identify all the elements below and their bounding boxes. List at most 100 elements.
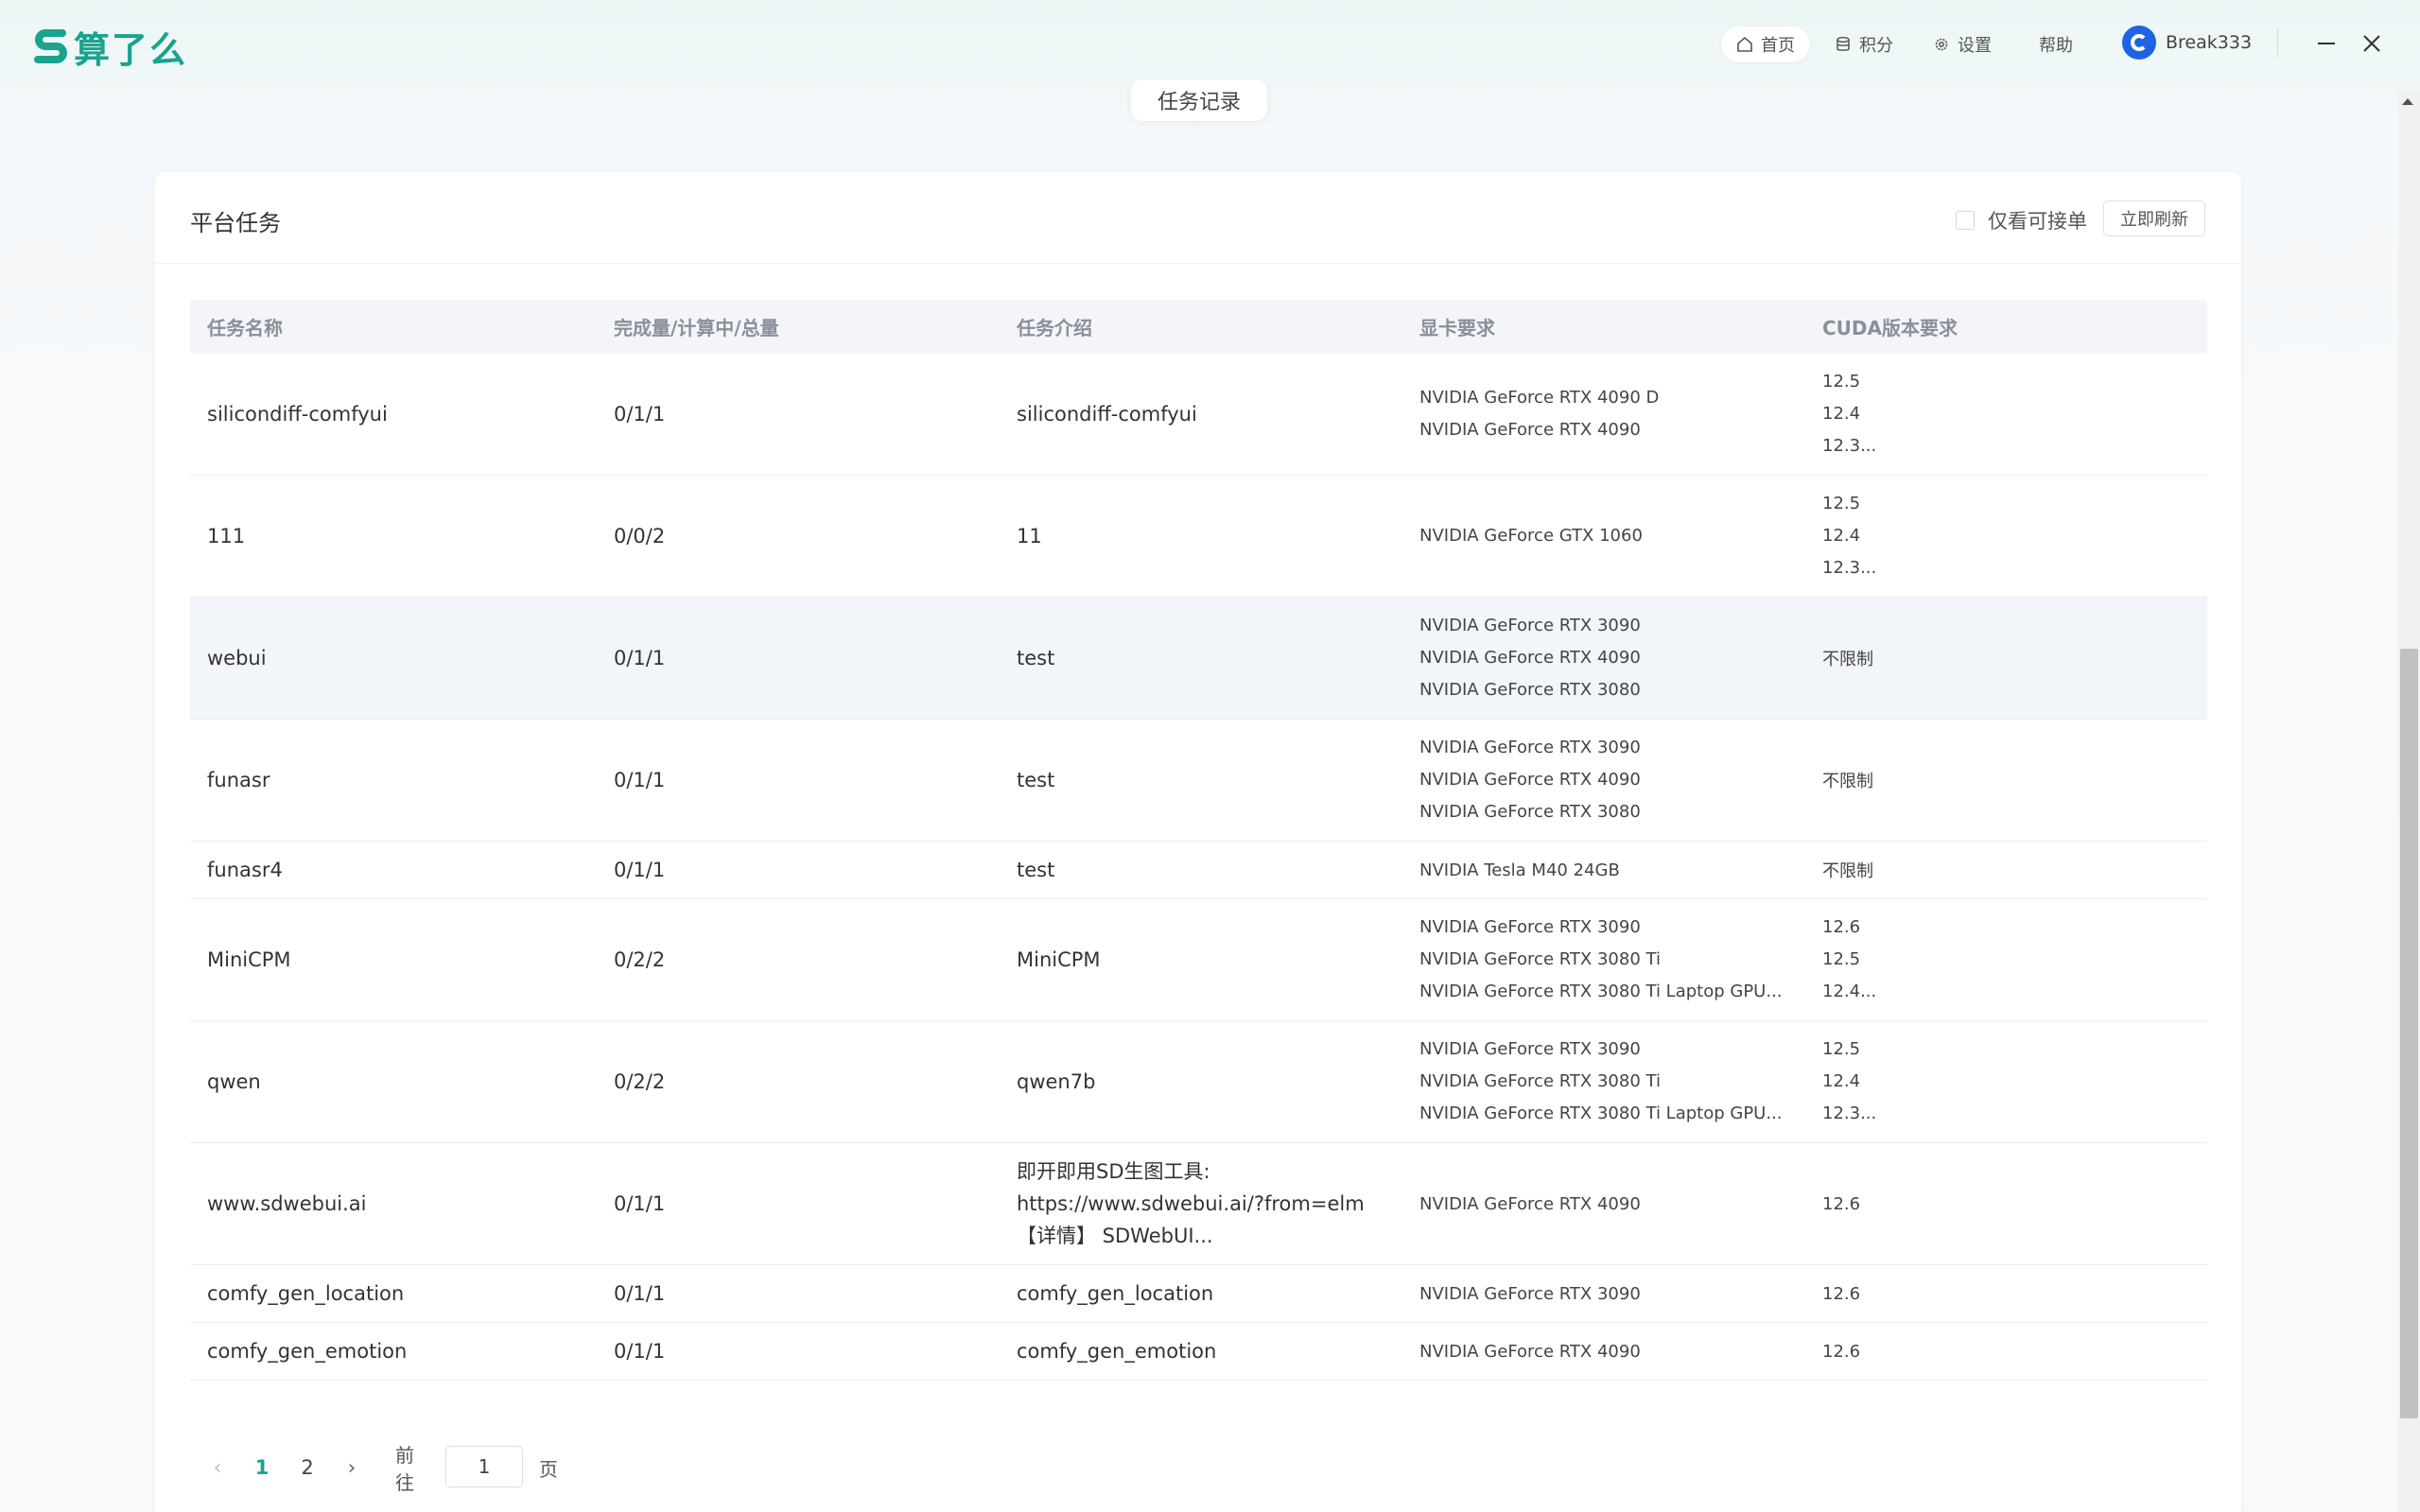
task-progress: 0/2/2 [614,1070,666,1093]
close-icon[interactable] [2357,28,2387,59]
refresh-button[interactable]: 立即刷新 [2103,200,2205,236]
gpu-item: NVIDIA GeForce RTX 3080 Ti [1419,1071,1661,1091]
goto-page-input[interactable] [445,1446,523,1487]
gpu-item: NVIDIA GeForce RTX 3080 Ti [1419,949,1661,969]
only-accept-checkbox[interactable]: 仅看可接单 [1956,206,2087,235]
gpu-item: NVIDIA GeForce RTX 3080 [1419,802,1641,822]
table-row[interactable]: funasr 0/1/1 test NVIDIA GeForce RTX 309… [190,720,2207,842]
cuda-item: 12.3... [1822,1104,1877,1123]
tasks-table: 任务名称 完成量/计算中/总量 任务介绍 显卡要求 CUDA版本要求 silic… [190,300,2207,1381]
task-name: silicondiff-comfyui [207,403,388,426]
header-cuda[interactable]: CUDA版本要求 [1822,300,1958,354]
task-progress: 0/1/1 [614,1192,666,1215]
goto-suffix: 页 [539,1457,558,1481]
table-row[interactable]: MiniCPM 0/2/2 MiniCPM NVIDIA GeForce RTX… [190,899,2207,1021]
task-name: comfy_gen_location [207,1282,405,1305]
app-logo[interactable]: 算了么 [32,21,187,73]
table-row[interactable]: webui 0/1/1 test NVIDIA GeForce RTX 3090… [190,598,2207,720]
task-progress: 0/1/1 [614,1282,666,1305]
home-icon [1737,36,1752,52]
task-progress: 0/1/1 [614,1340,666,1363]
task-intro: test [1017,859,1055,881]
divider [2277,28,2278,59]
task-intro: silicondiff-comfyui [1017,403,1197,426]
goto-prefix: 前往 [395,1444,414,1494]
gpu-item: NVIDIA GeForce GTX 1060 [1419,526,1643,546]
cuda-item: 12.5 [1822,494,1861,513]
nav-home[interactable]: 首页 [1721,26,1810,62]
cuda-item: 12.6 [1822,917,1861,937]
gpu-item: NVIDIA GeForce RTX 4090 [1419,1193,1641,1214]
nav-points[interactable]: 积分 [1835,26,1893,62]
next-page-icon[interactable]: › [340,1446,363,1489]
nav-settings-label: 设置 [1958,36,1992,56]
table-row[interactable]: funasr4 0/1/1 test NVIDIA Tesla M40 24GB… [190,842,2207,899]
task-record-tab[interactable]: 任务记录 [1131,79,1267,121]
gpu-item: NVIDIA GeForce RTX 3090 [1419,616,1641,635]
gpu-item: NVIDIA GeForce RTX 3090 [1419,1283,1641,1304]
task-intro: comfy_gen_location [1017,1282,1214,1305]
page-2[interactable]: 2 [293,1446,322,1489]
gpu-item: NVIDIA GeForce RTX 3090 [1419,917,1641,937]
table-row[interactable]: 111 0/0/2 11 NVIDIA GeForce GTX 1060 12.… [190,476,2207,598]
task-progress: 0/2/2 [614,948,666,971]
scrollbar-thumb[interactable] [2400,649,2418,1418]
scroll-up-icon[interactable] [2402,98,2413,105]
header-gpu[interactable]: 显卡要求 [1419,300,1495,354]
task-name: funasr4 [207,859,283,881]
task-progress: 0/1/1 [614,769,666,791]
task-intro: 11 [1017,525,1042,547]
cuda-item: 12.4 [1822,526,1861,546]
minimize-icon[interactable] [2311,28,2342,59]
task-progress: 0/1/1 [614,647,666,669]
cuda-item: 12.6 [1822,1341,1861,1362]
cuda-item: 不限制 [1822,650,1873,669]
gpu-item: NVIDIA GeForce RTX 3090 [1419,1039,1641,1059]
cuda-item: 不限制 [1822,861,1873,881]
avatar [2122,26,2156,60]
nav-help-label: 帮助 [2039,36,2073,56]
nav-home-label: 首页 [1761,36,1795,56]
card-title: 平台任务 [190,210,281,236]
gpu-item: NVIDIA GeForce RTX 4090 [1419,770,1641,790]
task-intro-line: 即开即用SD生图工具: [1017,1160,1210,1183]
task-intro: test [1017,647,1055,669]
cuda-item: 12.6 [1822,1193,1861,1214]
cuda-item: 12.5 [1822,949,1861,969]
header-task-name[interactable]: 任务名称 [207,300,283,354]
table-row[interactable]: silicondiff-comfyui 0/1/1 silicondiff-co… [190,354,2207,476]
task-progress: 0/0/2 [614,525,666,547]
task-name: www.sdwebui.ai [207,1192,367,1215]
task-intro-link[interactable]: https://www.sdwebui.ai/?from=elm [1017,1188,1365,1220]
gpu-item: NVIDIA GeForce RTX 3080 Ti Laptop GPU... [1419,982,1783,1001]
table-row[interactable]: comfy_gen_location 0/1/1 comfy_gen_locat… [190,1265,2207,1323]
table-row[interactable]: qwen 0/2/2 qwen7b NVIDIA GeForce RTX 309… [190,1021,2207,1143]
gpu-item: NVIDIA GeForce RTX 4090 [1419,648,1641,668]
task-name: 111 [207,525,246,547]
user-name: Break333 [2166,32,2253,53]
task-name: webui [207,647,267,669]
cuda-item: 12.4 [1822,404,1861,424]
checkbox-box[interactable] [1956,211,1975,230]
cuda-item: 12.4 [1822,1071,1861,1091]
table-header: 任务名称 完成量/计算中/总量 任务介绍 显卡要求 CUDA版本要求 [190,300,2207,354]
user-menu[interactable]: Break333 [2122,26,2252,60]
cuda-item: 12.5 [1822,1039,1861,1059]
logo-text: 算了么 [74,29,188,71]
table-row[interactable]: comfy_gen_emotion 0/1/1 comfy_gen_emotio… [190,1323,2207,1381]
cuda-item: 12.3... [1822,558,1877,578]
logo-s-icon [34,28,67,63]
top-bar: 算了么 首页 积分 设置 帮助 Break333 [0,0,2420,91]
gpu-item: NVIDIA GeForce RTX 3080 [1419,680,1641,700]
table-row[interactable]: www.sdwebui.ai 0/1/1 即开即用SD生图工具: https:/… [190,1143,2207,1265]
nav-help[interactable]: 帮助 [2039,26,2073,62]
header-progress[interactable]: 完成量/计算中/总量 [614,300,779,354]
header-intro[interactable]: 任务介绍 [1017,300,1092,354]
task-name: qwen [207,1070,261,1093]
prev-page-icon[interactable]: ‹ [206,1446,229,1489]
cuda-item: 不限制 [1822,772,1873,791]
nav-settings[interactable]: 设置 [1933,26,1992,62]
gpu-item: NVIDIA GeForce RTX 4090 [1419,420,1641,440]
gpu-item: NVIDIA GeForce RTX 3090 [1419,738,1641,757]
page-1[interactable]: 1 [248,1446,276,1489]
